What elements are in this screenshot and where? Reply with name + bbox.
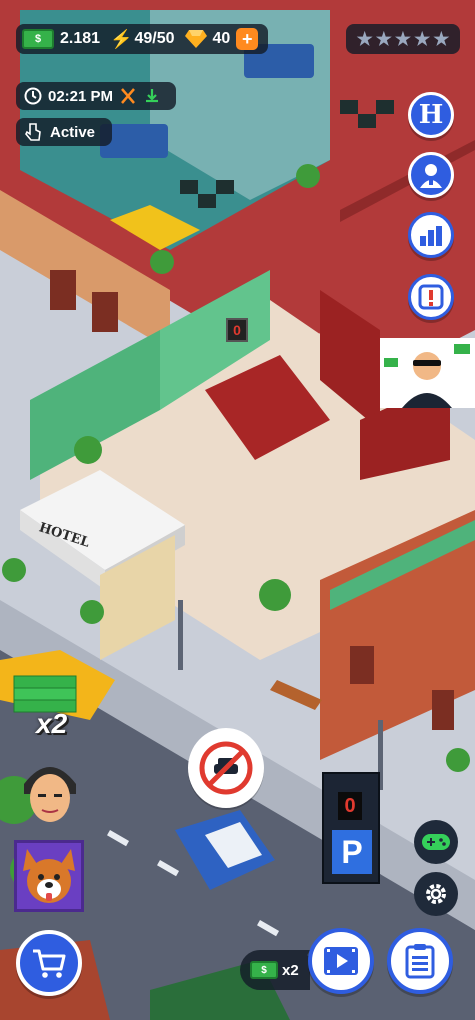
gear-icon — [426, 884, 446, 904]
pet-portrait-frame[interactable] — [14, 840, 84, 912]
bar-chart-icon — [420, 226, 442, 246]
gamepad-icon — [422, 834, 450, 850]
staff-menu-button[interactable] — [408, 152, 454, 198]
dog-icon — [23, 849, 75, 903]
energy-counter: ⚡ 49/50 — [110, 29, 174, 50]
bolt-icon: ⚡ — [110, 28, 133, 49]
no-car-icon — [199, 741, 253, 795]
shop-button[interactable] — [16, 930, 82, 996]
manager-portrait-icon — [380, 338, 475, 408]
alert-menu-button[interactable] — [408, 274, 454, 320]
gem-value: 40 — [212, 30, 231, 47]
boost-multiplier: x2 — [282, 961, 299, 979]
stats-menu-button[interactable] — [408, 212, 454, 258]
no-parking-bubble[interactable] — [188, 728, 264, 808]
lobby-counter-display: 0 — [226, 318, 248, 342]
status-label: Active — [50, 123, 96, 141]
hotel-icon: H — [418, 100, 444, 130]
manager-portrait-card[interactable] — [380, 338, 475, 408]
cash-icon: $ — [250, 961, 278, 979]
hand-pointer-icon — [25, 123, 41, 141]
alert-icon — [418, 284, 444, 310]
gem-icon — [184, 30, 207, 48]
clock-icon — [24, 87, 42, 105]
star-icon: ★ — [414, 28, 431, 49]
tasks-button[interactable] — [387, 928, 453, 994]
game-time: 02:21 PM — [48, 87, 114, 105]
parking-letter: P — [332, 830, 372, 874]
star-icon: ★ — [394, 28, 412, 49]
income-multiplier-badge: x2 — [36, 708, 68, 739]
cart-icon — [33, 949, 66, 978]
watch-video-button[interactable] — [308, 928, 374, 994]
time-bar: 02:21 PM — [16, 82, 176, 110]
resource-bar: $ 2.181 ⚡ 49/50 40 + — [16, 24, 268, 54]
cash-icon: $ — [22, 29, 54, 49]
parking-sign[interactable]: 0 P — [322, 772, 380, 884]
parking-counter: 0 — [338, 792, 362, 820]
gem-counter: 40 + — [184, 28, 259, 50]
manager-icon — [420, 164, 442, 188]
star-icon: ★ — [375, 28, 392, 49]
status-badge[interactable]: Active — [16, 118, 112, 146]
utensils-icon[interactable] — [119, 87, 137, 105]
ad-boost-label: $ x2 — [240, 950, 310, 990]
settings-button[interactable] — [414, 872, 458, 916]
minigame-button[interactable] — [414, 820, 458, 864]
energy-value: 49/50 — [134, 30, 175, 47]
cash-counter: $ 2.181 — [22, 29, 100, 49]
cash-value: 2.181 — [60, 30, 101, 47]
clipboard-icon — [405, 944, 435, 979]
video-icon — [324, 947, 358, 975]
add-gems-button[interactable]: + — [236, 28, 259, 50]
star-icon: ★ — [356, 28, 373, 49]
hotel-menu-button[interactable]: H — [408, 92, 454, 138]
star-icon: ★ — [433, 28, 450, 49]
guest-portrait-icon[interactable] — [14, 754, 86, 834]
hotel-rating-stars[interactable]: ★ ★ ★ ★ ★ — [346, 24, 460, 54]
download-icon[interactable] — [143, 87, 161, 105]
